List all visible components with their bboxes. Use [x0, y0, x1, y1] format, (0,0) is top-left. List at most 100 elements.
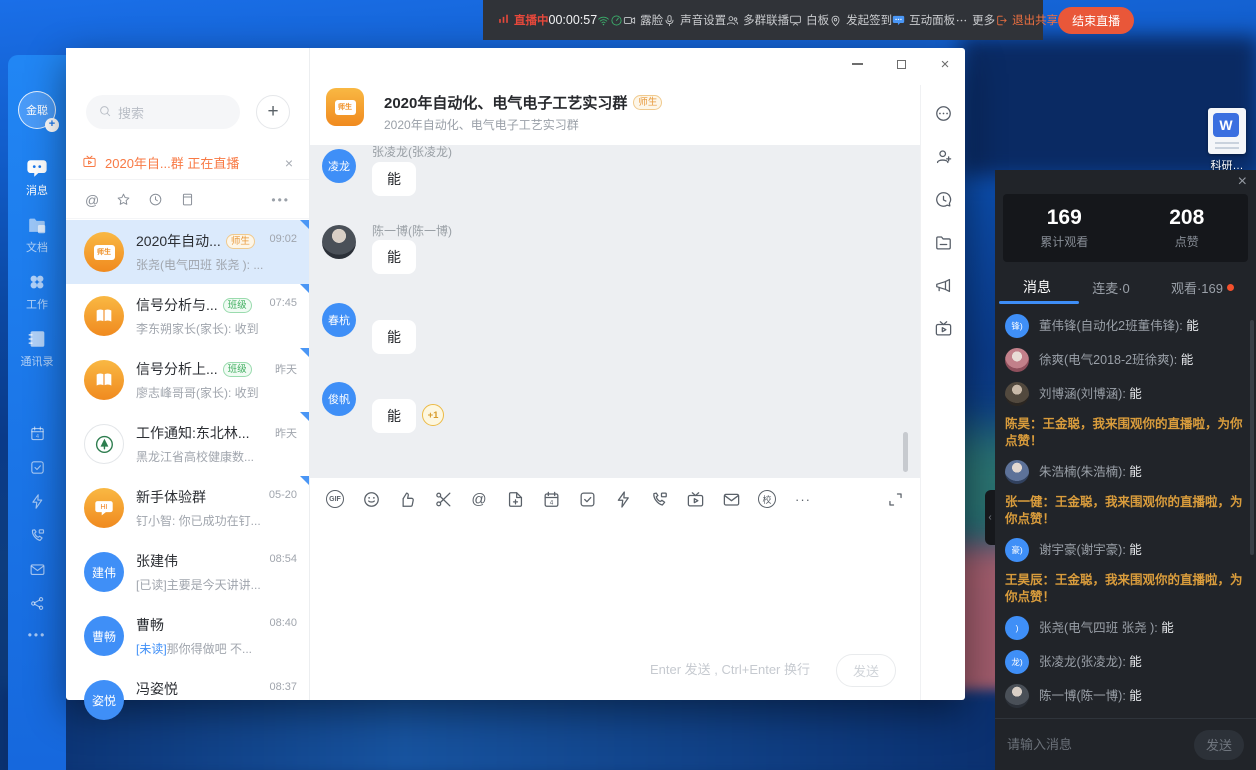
filter-more-icon[interactable]: ••• [271, 193, 290, 207]
banner-close-icon[interactable]: × [285, 155, 293, 171]
conversation-item[interactable]: 姿悦 冯姿悦 08:37 [66, 668, 309, 732]
docs-icon [26, 214, 48, 236]
sidebar-more-button[interactable]: ••• [28, 628, 47, 642]
conversation-item[interactable]: HI 新手体验群 05-20 钉小智: 你已成功在钉... [66, 476, 309, 540]
window-controls: × [849, 56, 953, 72]
composer-scissors-icon[interactable] [433, 489, 453, 509]
live-send-button[interactable]: 发送 [1194, 730, 1244, 760]
group-avatar[interactable]: 师生 [326, 88, 364, 126]
composer-file-add-icon[interactable] [505, 489, 525, 509]
filter-star-icon[interactable] [116, 192, 131, 207]
panel-collapse-handle[interactable]: ‹ [985, 490, 995, 545]
panel-tab[interactable]: 消息 [1023, 277, 1051, 297]
user-photo-avatar [322, 225, 356, 259]
conversation-item[interactable]: 曹畅 曹畅 08:40 [未读]那你得做吧 不... [66, 604, 309, 668]
conversation-item[interactable]: 师生 2020年自动...师生 09:02 张尧(电气四班 张尧 ): ... [66, 220, 309, 284]
search-icon [98, 104, 112, 121]
toolbar-pin-button[interactable]: 发起签到 [829, 12, 892, 28]
composer-calendar-icon[interactable]: 4 [541, 489, 561, 509]
toolbar-dots-button[interactable]: 更多 [955, 12, 995, 28]
panel-close-icon[interactable]: × [1238, 173, 1247, 191]
panel-scrollbar[interactable] [1250, 320, 1254, 555]
sidebar-item-contacts[interactable]: 通讯录 [21, 328, 54, 369]
close-button[interactable]: × [937, 56, 953, 72]
conversation-preview: [未读]那你得做吧 不... [136, 640, 252, 657]
toolbar-board-button[interactable]: 白板 [789, 12, 829, 28]
toolbar-people-button[interactable]: 多群联播 [726, 12, 789, 28]
rail-folder[interactable] [934, 233, 953, 252]
composer-more-icon[interactable]: ··· [793, 489, 813, 509]
sidebar-tool-todo-icon[interactable] [29, 459, 46, 476]
conversation-title: 冯姿悦 [136, 679, 178, 699]
sidebar-item-docs[interactable]: 文档 [26, 214, 48, 255]
filter-at-icon[interactable]: @ [85, 192, 99, 208]
chat-subtitle: 2020年自动化、电气电子工艺实习群 [384, 116, 579, 133]
sidebar-tool-calendar-icon[interactable]: 4 [29, 425, 46, 442]
end-live-button[interactable]: 结束直播 [1058, 7, 1134, 34]
user-photo-avatar [1005, 348, 1029, 372]
sidebar-tool-flash-icon[interactable] [29, 493, 46, 510]
composer-todo-icon[interactable] [577, 489, 597, 509]
composer-thumb-icon[interactable] [397, 489, 417, 509]
send-button[interactable]: 发送 [836, 654, 896, 687]
sidebar-item-work[interactable]: 工作 [26, 271, 48, 312]
composer-tv-icon[interactable] [685, 489, 705, 509]
svg-text:4: 4 [549, 499, 553, 506]
group-type-badge: 班级 [223, 298, 252, 313]
composer[interactable]: Enter 发送 , Ctrl+Enter 换行 发送 [310, 520, 920, 700]
conversation-title: 信号分析上... [136, 359, 218, 379]
user-photo-avatar [1005, 382, 1029, 406]
minimize-button[interactable] [849, 56, 865, 72]
conversation-item[interactable]: 信号分析与...班级 07:45 李东朔家长(家长): 收到 [66, 284, 309, 348]
composer-smile-icon[interactable] [361, 489, 381, 509]
composer-mail-icon[interactable] [721, 489, 741, 509]
live-broadcast-banner[interactable]: 2020年自...群 正在直播 × [66, 146, 309, 180]
maximize-button[interactable] [893, 56, 909, 72]
composer-calls-icon[interactable] [649, 489, 669, 509]
toolbar-camera-button[interactable]: 露脸 [623, 12, 663, 28]
chat-right-rail [920, 85, 965, 700]
rail-ellipsis-circle[interactable] [934, 104, 953, 123]
conversation-title: 张建伟 [136, 551, 178, 571]
filter-doc-icon[interactable] [180, 192, 195, 207]
rail-user-plus[interactable] [934, 147, 953, 166]
composer-at-icon[interactable]: @ [469, 489, 489, 509]
sidebar-tool-share-icon[interactable] [29, 595, 46, 612]
composer-expand-icon[interactable] [885, 489, 905, 509]
message-sender: 张凌龙(张凌龙) [372, 145, 452, 160]
message-bubble: 能 [372, 320, 416, 354]
search-input[interactable]: 搜索 [86, 95, 240, 129]
live-tv-icon [82, 154, 97, 172]
desktop-doc-icon[interactable]: W 科研… [1202, 108, 1252, 173]
toolbar-mic-button[interactable]: 声音设置 [663, 12, 726, 28]
conversation-item[interactable]: 建伟 张建伟 08:54 [已读]主要是今天讲讲... [66, 540, 309, 604]
user-avatar[interactable]: 金聪 + [18, 91, 56, 129]
chat-header: 2020年自动化、电气电子工艺实习群 师生 [384, 92, 662, 113]
toolbar-chat-filled-button[interactable]: 互动面板 [892, 12, 955, 28]
rail-megaphone[interactable] [934, 276, 953, 295]
plus-one-reaction[interactable]: +1 [422, 404, 444, 426]
group-avatar [84, 296, 124, 336]
rail-tv[interactable] [934, 319, 953, 338]
composer-school-icon[interactable]: 校 [757, 489, 777, 509]
new-chat-button[interactable]: + [256, 95, 290, 129]
composer-flash-icon[interactable] [613, 489, 633, 509]
composer-gif-icon[interactable]: GIF [325, 489, 345, 509]
sidebar-tool-mail-icon[interactable] [29, 561, 46, 578]
pin-icon [829, 14, 842, 27]
panel-tab[interactable]: 观看·169 [1171, 278, 1234, 297]
stat-value: 208 [1169, 206, 1204, 230]
user-photo-avatar [1005, 460, 1029, 484]
user-avatar: 曹畅 [84, 616, 124, 656]
conversation-item[interactable]: 工作通知:东北林... 昨天 黑龙江省高校健康数... [66, 412, 309, 476]
sidebar-tool-calls-icon[interactable] [29, 527, 46, 544]
filter-clock-icon[interactable] [148, 192, 163, 207]
panel-tab[interactable]: 连麦·0 [1092, 278, 1130, 297]
sidebar-item-message[interactable]: 消息 [26, 157, 48, 198]
message-area: 张凌龙(张凌龙) 凌龙 能 陈一博(陈一博) 能 春杭 能 俊帆 能 +1 [310, 145, 920, 478]
conversation-item[interactable]: 信号分析上...班级 昨天 廖志峰哥哥(家长): 收到 [66, 348, 309, 412]
rail-clock-bubble[interactable] [934, 190, 953, 209]
live-chat-input[interactable] [1007, 737, 1167, 752]
message-scrollbar[interactable] [903, 432, 908, 472]
toolbar-exit-button[interactable]: 退出共享 [995, 12, 1058, 28]
